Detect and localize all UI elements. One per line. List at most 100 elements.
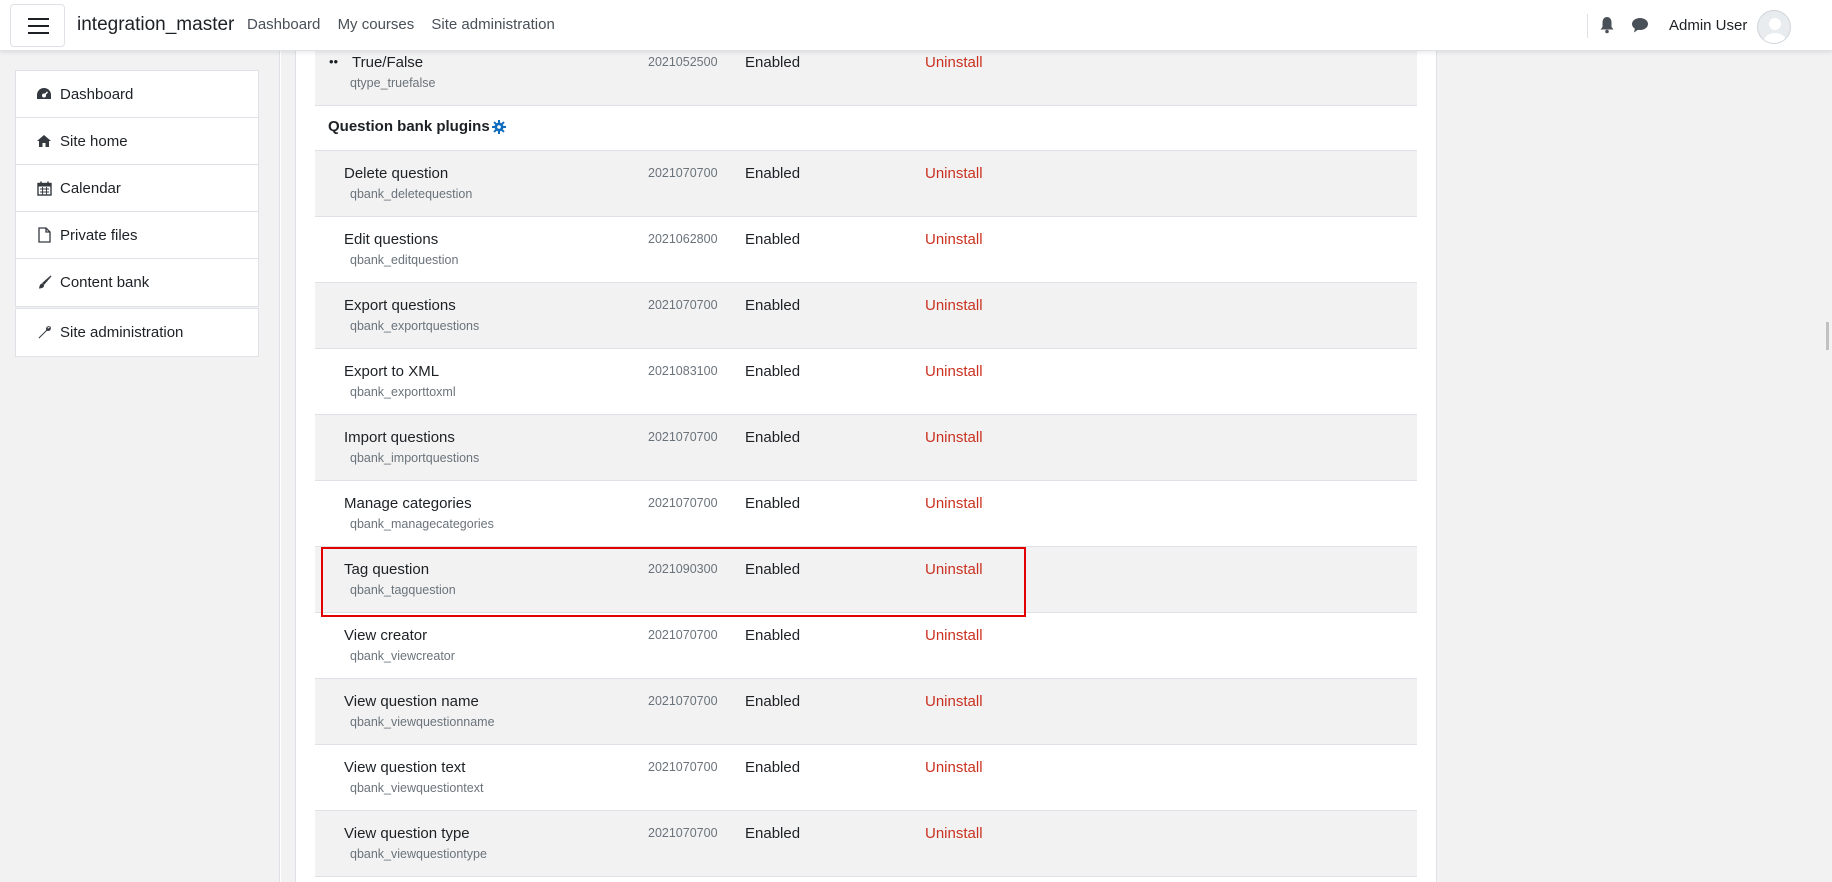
nav-link-dashboard[interactable]: Dashboard	[247, 16, 320, 33]
plugin-version: 2021070700	[648, 760, 718, 774]
plugin-name: Export to XML	[344, 363, 440, 380]
sidebar-item-label: Dashboard	[60, 85, 134, 103]
uninstall-link[interactable]: Uninstall	[925, 495, 983, 512]
sidebar-item-dashboard[interactable]: Dashboard	[16, 71, 258, 118]
plugin-status: Enabled	[745, 363, 801, 380]
plugin-component: qbank_deletequestion	[350, 187, 473, 201]
plugin-name: View question text	[344, 759, 466, 776]
brush-icon	[36, 275, 52, 291]
table-row: Manage categories qbank_managecategories…	[315, 481, 1417, 547]
page-scrollbar[interactable]	[1826, 322, 1829, 350]
plugin-status: Enabled	[745, 825, 801, 842]
sidebar-item-calendar[interactable]: Calendar	[16, 165, 258, 212]
plugin-name: View question name	[344, 693, 479, 710]
plugin-version: 2021070700	[648, 298, 718, 312]
plugin-status: Enabled	[745, 693, 801, 710]
sidebar-item-label: Content bank	[60, 274, 150, 291]
plugin-version: 2021083100	[648, 364, 718, 378]
table-row: Import questions qbank_importquestions 2…	[315, 415, 1417, 481]
plugin-version: 2021052500	[648, 55, 718, 69]
uninstall-link[interactable]: Uninstall	[925, 54, 983, 71]
table-row: Delete question qbank_deletequestion 202…	[315, 151, 1417, 217]
uninstall-link[interactable]: Uninstall	[925, 759, 983, 776]
user-name[interactable]: Admin User	[1669, 17, 1747, 34]
plugin-component: qbank_viewquestiontype	[350, 847, 487, 861]
drawer-group-admin: Site administration	[15, 308, 259, 357]
site-brand[interactable]: integration_master	[77, 14, 234, 36]
plugin-status: Enabled	[745, 495, 801, 512]
nav-link-my-courses[interactable]: My courses	[338, 16, 415, 33]
plugin-name: View question type	[344, 825, 470, 842]
uninstall-link[interactable]: Uninstall	[925, 627, 983, 644]
uninstall-link[interactable]: Uninstall	[925, 165, 983, 182]
section-title: Question bank plugins	[328, 118, 490, 135]
plugin-name: Delete question	[344, 165, 449, 182]
dashboard-icon	[36, 86, 52, 102]
plugin-version: 2021070700	[648, 430, 718, 444]
uninstall-link[interactable]: Uninstall	[925, 825, 983, 842]
file-icon	[36, 227, 52, 243]
plugin-version: 2021070700	[648, 496, 718, 510]
uninstall-link[interactable]: Uninstall	[925, 693, 983, 710]
plugin-status: Enabled	[745, 54, 801, 71]
settings-cog-icon[interactable]	[491, 119, 506, 134]
plugin-version: 2021070700	[648, 694, 718, 708]
plugin-status: Enabled	[745, 231, 801, 248]
uninstall-link[interactable]: Uninstall	[925, 429, 983, 446]
plugin-component: qbank_viewcreator	[350, 649, 455, 663]
plugin-status: Enabled	[745, 627, 801, 644]
plugin-name: Edit questions	[344, 231, 439, 248]
plugin-component: qtype_truefalse	[350, 76, 436, 90]
sidebar-item-private-files[interactable]: Private files	[16, 212, 258, 259]
menu-icon[interactable]	[10, 4, 65, 47]
sidebar-item-site-home[interactable]: Site home	[16, 118, 258, 165]
highlight-box	[321, 547, 1026, 617]
table-row: View question text qbank_viewquestiontex…	[315, 745, 1417, 811]
plugin-status: Enabled	[745, 297, 801, 314]
plugin-component: qbank_exporttoxml	[350, 385, 456, 399]
table-row: View question name qbank_viewquestionnam…	[315, 679, 1417, 745]
plugin-name: True/False	[352, 54, 424, 71]
uninstall-link[interactable]: Uninstall	[925, 231, 983, 248]
uninstall-link[interactable]: Uninstall	[925, 363, 983, 380]
sidebar-item-site-administration[interactable]: Site administration	[16, 309, 258, 356]
sidebar-item-content-bank[interactable]: Content bank	[16, 259, 258, 306]
table-row: Edit questions qbank_editquestion 202106…	[315, 217, 1417, 283]
table-row: Export questions qbank_exportquestions 2…	[315, 283, 1417, 349]
nav-link-site-administration[interactable]: Site administration	[431, 16, 554, 33]
avatar[interactable]	[1757, 10, 1791, 44]
plugin-version: 2021070700	[648, 826, 718, 840]
plugin-component: qbank_editquestion	[350, 253, 459, 267]
plugin-component: qbank_viewquestionname	[350, 715, 495, 729]
plugin-status: Enabled	[745, 429, 801, 446]
table-row: Export to XML qbank_exporttoxml 20210831…	[315, 349, 1417, 415]
tree-bullet: ••	[329, 54, 339, 69]
bell-icon[interactable]	[1599, 16, 1615, 34]
sidebar-item-label: Calendar	[60, 179, 121, 197]
plugin-component: qbank_managecategories	[350, 517, 494, 531]
uninstall-link[interactable]: Uninstall	[925, 297, 983, 314]
calendar-icon	[36, 180, 52, 196]
wrench-icon	[36, 325, 52, 341]
home-icon	[36, 133, 52, 149]
plugin-status: Enabled	[745, 165, 801, 182]
section-heading: Question bank plugins	[328, 118, 506, 135]
plugin-name: Import questions	[344, 429, 455, 446]
plugin-component: qbank_viewquestiontext	[350, 781, 484, 795]
table-row: View question type qbank_viewquestiontyp…	[315, 811, 1417, 877]
nav-drawer: Dashboard Site home Calendar Private fil…	[0, 51, 280, 882]
plugin-version: 2021070700	[648, 628, 718, 642]
plugin-version: 2021070700	[648, 166, 718, 180]
plugin-name: View creator	[344, 627, 428, 644]
plugin-name: Export questions	[344, 297, 456, 314]
table-row: View creator qbank_viewcreator 202107070…	[315, 613, 1417, 679]
chat-icon[interactable]	[1631, 16, 1649, 34]
primary-nav: Dashboard My courses Site administration	[247, 16, 568, 33]
plugin-version: 2021062800	[648, 232, 718, 246]
sidebar-item-label: Site administration	[60, 324, 184, 341]
plugin-status: Enabled	[745, 759, 801, 776]
plugin-component: qbank_importquestions	[350, 451, 480, 465]
nav-divider	[1587, 14, 1588, 38]
drawer-group-main: Dashboard Site home Calendar Private fil…	[15, 70, 259, 307]
plugin-component: qbank_exportquestions	[350, 319, 480, 333]
